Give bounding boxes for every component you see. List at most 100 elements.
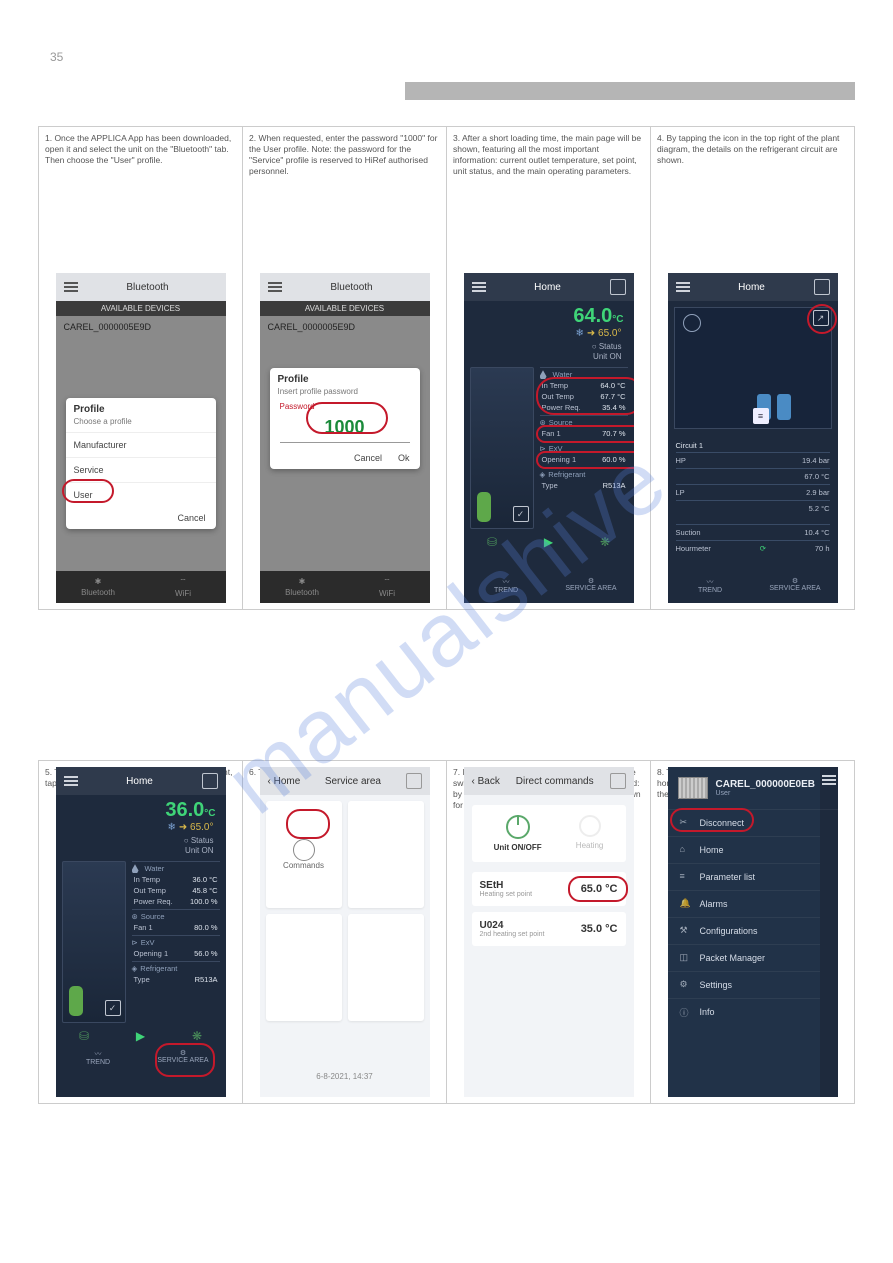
- device-row[interactable]: CAREL_0000005E9D: [260, 316, 430, 338]
- save-icon[interactable]: [610, 773, 626, 789]
- available-devices-header: AVAILABLE DEVICES: [56, 301, 226, 316]
- menu-label: Configurations: [700, 926, 758, 936]
- nav-service-area[interactable]: ⚙SERVICE AREA: [549, 573, 634, 603]
- menu-packet-manager[interactable]: ◫Packet Manager: [668, 944, 838, 971]
- db-icon[interactable]: ⛁: [487, 535, 497, 549]
- hamburger-icon[interactable]: [472, 282, 486, 292]
- status-value: Unit ON: [593, 352, 621, 361]
- group-water: Water: [553, 370, 573, 379]
- value: 5.2 °C: [809, 504, 830, 513]
- menu-configurations[interactable]: ⚒Configurations: [668, 917, 838, 944]
- value: 67.7 °C: [600, 392, 625, 401]
- screen-title: Direct commands: [516, 776, 594, 787]
- compressor-icon: [777, 394, 791, 420]
- password-field-label: Password: [270, 402, 420, 411]
- back-button[interactable]: ‹ Back: [472, 776, 500, 787]
- nav-trend[interactable]: 〰TREND: [56, 1045, 141, 1075]
- label: Power Req.: [134, 897, 173, 906]
- cancel-button[interactable]: Cancel: [354, 453, 382, 463]
- param-label: 2nd heating set point: [480, 931, 545, 938]
- power-icon[interactable]: [506, 815, 530, 839]
- user-role: User: [716, 790, 816, 797]
- profile-modal: Profile Choose a profile Manufacturer Se…: [66, 398, 216, 529]
- hamburger-icon[interactable]: [64, 776, 78, 786]
- label: HP: [676, 456, 686, 465]
- menu-disconnect[interactable]: ✂ Disconnect: [668, 809, 838, 836]
- package-icon: ◫: [680, 952, 692, 964]
- value: 67.0 °C: [804, 472, 829, 481]
- label: Suction: [676, 528, 701, 537]
- save-icon[interactable]: [202, 773, 218, 789]
- menu-home[interactable]: ⌂Home: [668, 836, 838, 863]
- menu-label: Disconnect: [700, 818, 745, 828]
- tab-wifi[interactable]: ⌔WiFi: [345, 571, 430, 603]
- nav-service-area[interactable]: ⚙SERVICE AREA: [753, 573, 838, 603]
- timestamp: 6-8-2021, 14:37: [260, 1072, 430, 1081]
- password-modal: Profile Insert profile password Password…: [270, 368, 420, 469]
- label: Out Temp: [134, 886, 166, 895]
- info-icon: ⓘ: [680, 1006, 692, 1018]
- param-seth[interactable]: SEtHHeating set point 65.0 °C: [472, 872, 626, 906]
- play-icon[interactable]: ▶: [544, 535, 553, 549]
- hamburger-icon[interactable]: [676, 282, 690, 292]
- status-label: Status: [191, 836, 214, 845]
- tab-wifi[interactable]: ⌔WiFi: [141, 571, 226, 603]
- tile-empty: [348, 801, 424, 908]
- menu-settings[interactable]: ⚙Settings: [668, 971, 838, 998]
- menu-alarms[interactable]: 🔔Alarms: [668, 890, 838, 917]
- menu-info[interactable]: ⓘInfo: [668, 998, 838, 1025]
- diagram-detail-icon[interactable]: ✓: [513, 506, 529, 522]
- label: In Temp: [542, 381, 569, 390]
- nav-trend[interactable]: 〰TREND: [668, 573, 753, 603]
- unit-onoff-label: Unit ON/OFF: [494, 843, 542, 852]
- ok-button[interactable]: Ok: [398, 453, 410, 463]
- row1: 1. Once the APPLICA App has been downloa…: [38, 126, 855, 610]
- screen-title: Bluetooth: [330, 282, 372, 293]
- save-icon[interactable]: [610, 279, 626, 295]
- save-icon[interactable]: [406, 773, 422, 789]
- disconnect-icon: ✂: [680, 817, 692, 829]
- fan-icon[interactable]: ❋: [192, 1029, 202, 1043]
- value: R513A: [195, 975, 218, 984]
- label: Type: [542, 481, 558, 490]
- group-refrigerant: Refrigerant: [140, 964, 177, 973]
- tab-bluetooth[interactable]: ✱Bluetooth: [56, 571, 141, 603]
- outlet-temp-unit: °C: [204, 808, 215, 819]
- list-icon[interactable]: ≡: [753, 408, 769, 424]
- screen-title: Home: [534, 282, 561, 293]
- fan-icon[interactable]: ❋: [600, 535, 610, 549]
- screen-title: Bluetooth: [126, 282, 168, 293]
- label: Hourmeter: [676, 544, 711, 553]
- play-icon[interactable]: ▶: [136, 1029, 145, 1043]
- hamburger-icon[interactable]: [268, 282, 282, 292]
- screenshot-3: Home 64.0°C ❄➜ 65.0° ○ StatusUnit ON ✓ W…: [464, 273, 634, 603]
- pointer-icon: [293, 839, 315, 861]
- profile-option-service[interactable]: Service: [66, 457, 216, 482]
- label: Fan 1: [134, 923, 153, 932]
- profile-option-user[interactable]: User: [66, 482, 216, 507]
- value: 100.0 %: [190, 897, 218, 906]
- expand-icon[interactable]: ↗: [813, 310, 829, 326]
- available-devices-header: AVAILABLE DEVICES: [260, 301, 430, 316]
- menu-parameter-list[interactable]: ≡Parameter list: [668, 863, 838, 890]
- back-button[interactable]: ‹ Home: [268, 776, 301, 787]
- tab-bluetooth[interactable]: ✱Bluetooth: [260, 571, 345, 603]
- hamburger-icon[interactable]: [64, 282, 78, 292]
- nav-service-area[interactable]: ⚙SERVICE AREA: [141, 1045, 226, 1075]
- param-u024[interactable]: U0242nd heating set point 35.0 °C: [472, 912, 626, 946]
- screen-title: Service area: [325, 776, 381, 787]
- profile-option-manufacturer[interactable]: Manufacturer: [66, 432, 216, 457]
- modal-title: Profile: [66, 398, 216, 417]
- device-row[interactable]: CAREL_0000005E9D: [56, 316, 226, 338]
- param-name: SEtH: [480, 880, 533, 891]
- setpoint: 65.0°: [190, 822, 213, 833]
- hamburger-icon[interactable]: [822, 775, 836, 785]
- label: Power Req.: [542, 403, 581, 412]
- diagram-detail-icon[interactable]: ✓: [105, 1000, 121, 1016]
- db-icon[interactable]: ⛁: [79, 1029, 89, 1043]
- nav-trend[interactable]: 〰TREND: [464, 573, 549, 603]
- tile-commands[interactable]: Commands: [266, 801, 342, 908]
- password-input[interactable]: 1000: [280, 413, 410, 443]
- cancel-button[interactable]: Cancel: [177, 513, 205, 523]
- save-icon[interactable]: [814, 279, 830, 295]
